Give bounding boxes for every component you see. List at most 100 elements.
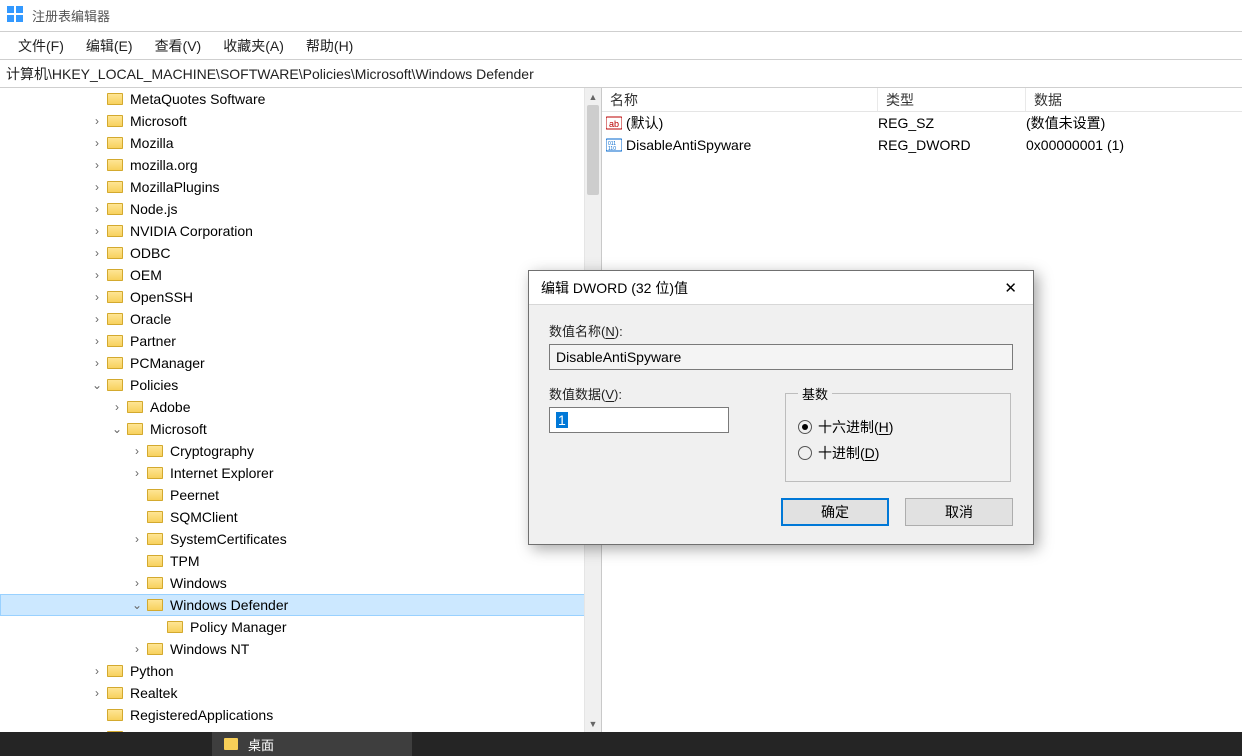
folder-icon	[106, 290, 124, 304]
tree-node[interactable]: › Microsoft	[0, 110, 601, 132]
col-header-data[interactable]: 数据	[1026, 88, 1242, 111]
value-name: (默认)	[626, 113, 878, 133]
col-header-name[interactable]: 名称	[602, 88, 878, 111]
folder-icon	[106, 136, 124, 150]
tree-scroll[interactable]: MetaQuotes Software › Microsoft ›Mozilla›mo…	[0, 88, 601, 732]
radio-dec[interactable]: 十进制(D)	[798, 443, 998, 463]
tree-node[interactable]: ›MozillaPlugins	[0, 176, 601, 198]
tree-node[interactable]: ⌄Windows Defender	[0, 594, 601, 616]
dialog-title: 编辑 DWORD (32 位)值	[541, 278, 1000, 298]
tree-node[interactable]: ›NVIDIA Corporation	[0, 220, 601, 242]
expand-closed-icon[interactable]: ›	[90, 356, 104, 370]
menu-favorites[interactable]: 收藏夹(A)	[213, 34, 294, 58]
expand-closed-icon[interactable]: ›	[130, 576, 144, 590]
tree-node-label: Partner	[126, 333, 180, 349]
tree-node[interactable]: ⌄Microsoft	[0, 418, 601, 440]
expand-closed-icon[interactable]: ›	[90, 686, 104, 700]
tree-node-label: OEM	[126, 267, 166, 283]
tree-node-label: Microsoft	[126, 113, 191, 129]
tree-node[interactable]: Policy Manager	[0, 616, 601, 638]
address-bar[interactable]: 计算机\HKEY_LOCAL_MACHINE\SOFTWARE\Policies…	[0, 60, 1242, 88]
value-data: (数值未设置)	[1026, 113, 1242, 133]
expand-closed-icon[interactable]: ›	[90, 224, 104, 238]
tree-node[interactable]: ›mozilla.org	[0, 154, 601, 176]
tree-node[interactable]: SQMClient	[0, 506, 601, 528]
expand-open-icon[interactable]: ⌄	[130, 598, 144, 612]
tree-node[interactable]: MetaQuotes Software	[0, 88, 601, 110]
expand-closed-icon[interactable]: ›	[90, 268, 104, 282]
regedit-icon	[6, 5, 24, 26]
dialog-title-bar[interactable]: 编辑 DWORD (32 位)值 ✕	[529, 271, 1033, 305]
expand-closed-icon[interactable]: ›	[90, 334, 104, 348]
folder-icon	[146, 444, 164, 458]
tree-node[interactable]: ›ODBC	[0, 242, 601, 264]
taskbar-item-label: 桌面	[248, 735, 274, 754]
radio-dec-button[interactable]	[798, 446, 812, 460]
tree-node[interactable]: ›Windows NT	[0, 638, 601, 660]
scroll-up-icon[interactable]: ▲	[585, 88, 601, 105]
title-bar: 注册表编辑器	[0, 0, 1242, 32]
tree-node[interactable]: ›OpenSSH	[0, 286, 601, 308]
radio-hex-button[interactable]	[798, 420, 812, 434]
expand-closed-icon[interactable]: ›	[130, 642, 144, 656]
expand-closed-icon[interactable]: ›	[130, 532, 144, 546]
scroll-down-icon[interactable]: ▼	[585, 715, 601, 732]
tree-node[interactable]: ⌄Policies	[0, 374, 601, 396]
tree-node[interactable]: ›Python	[0, 660, 601, 682]
tree-node[interactable]: › Partner	[0, 330, 601, 352]
menu-file[interactable]: 文件(F)	[8, 34, 74, 58]
tree-node[interactable]: › Windows	[0, 572, 601, 594]
tree-node[interactable]: ›Realtek	[0, 682, 601, 704]
value-row[interactable]: 011110DisableAntiSpywareREG_DWORD0x00000…	[602, 134, 1242, 156]
expand-open-icon[interactable]: ⌄	[90, 378, 104, 392]
tree-node[interactable]: Peernet	[0, 484, 601, 506]
menu-view[interactable]: 查看(V)	[145, 34, 212, 58]
col-header-type[interactable]: 类型	[878, 88, 1026, 111]
tree-node-label: Windows	[166, 575, 231, 591]
tree-node[interactable]: ›Mozilla	[0, 132, 601, 154]
tree-node[interactable]: ›Node.js	[0, 198, 601, 220]
expand-closed-icon[interactable]: ›	[90, 664, 104, 678]
reg-dword-icon: 011110	[602, 137, 626, 153]
expand-closed-icon[interactable]: ›	[90, 202, 104, 216]
tree-node[interactable]: ›Internet Explorer	[0, 462, 601, 484]
expand-closed-icon[interactable]: ›	[90, 312, 104, 326]
expand-closed-icon[interactable]: ›	[130, 444, 144, 458]
expand-closed-icon[interactable]: ›	[130, 466, 144, 480]
tree-node-label: Oracle	[126, 311, 175, 327]
menu-help[interactable]: 帮助(H)	[296, 34, 363, 58]
tree-node[interactable]: › OEM	[0, 264, 601, 286]
expand-closed-icon[interactable]: ›	[90, 246, 104, 260]
app-window: 注册表编辑器 文件(F) 编辑(E) 查看(V) 收藏夹(A) 帮助(H) 计算…	[0, 0, 1242, 756]
close-icon[interactable]: ✕	[1000, 279, 1021, 297]
expand-closed-icon[interactable]: ›	[90, 114, 104, 128]
folder-icon	[146, 642, 164, 656]
tree-node[interactable]: › Oracle	[0, 308, 601, 330]
tree-node[interactable]: ›Adobe	[0, 396, 601, 418]
value-name-field[interactable]	[549, 344, 1013, 370]
edit-dword-dialog: 编辑 DWORD (32 位)值 ✕ 数值名称(N): 数值数据(V): 1	[528, 270, 1034, 545]
tree-node[interactable]: RegisteredApplications	[0, 704, 601, 726]
expand-open-icon[interactable]: ⌄	[110, 422, 124, 436]
expand-closed-icon[interactable]: ›	[90, 290, 104, 304]
ok-button[interactable]: 确定	[781, 498, 889, 526]
value-row[interactable]: ab(默认)REG_SZ(数值未设置)	[602, 112, 1242, 134]
value-data-field[interactable]: 1	[549, 407, 729, 433]
tree-node[interactable]: ›PCManager	[0, 352, 601, 374]
tree-node[interactable]: ›Cryptography	[0, 440, 601, 462]
folder-icon	[106, 246, 124, 260]
folder-icon	[106, 202, 124, 216]
cancel-button[interactable]: 取消	[905, 498, 1013, 526]
taskbar: 桌面	[0, 732, 1242, 756]
expand-closed-icon[interactable]: ›	[110, 400, 124, 414]
value-type: REG_SZ	[878, 115, 1026, 131]
radio-hex[interactable]: 十六进制(H)	[798, 417, 998, 437]
tree-node[interactable]: TPM	[0, 550, 601, 572]
taskbar-item[interactable]: 桌面	[212, 732, 412, 756]
expand-closed-icon[interactable]: ›	[90, 180, 104, 194]
tree-node[interactable]: ›SystemCertificates	[0, 528, 601, 550]
scroll-thumb[interactable]	[587, 105, 599, 195]
expand-closed-icon[interactable]: ›	[90, 158, 104, 172]
expand-closed-icon[interactable]: ›	[90, 136, 104, 150]
menu-edit[interactable]: 编辑(E)	[76, 34, 143, 58]
